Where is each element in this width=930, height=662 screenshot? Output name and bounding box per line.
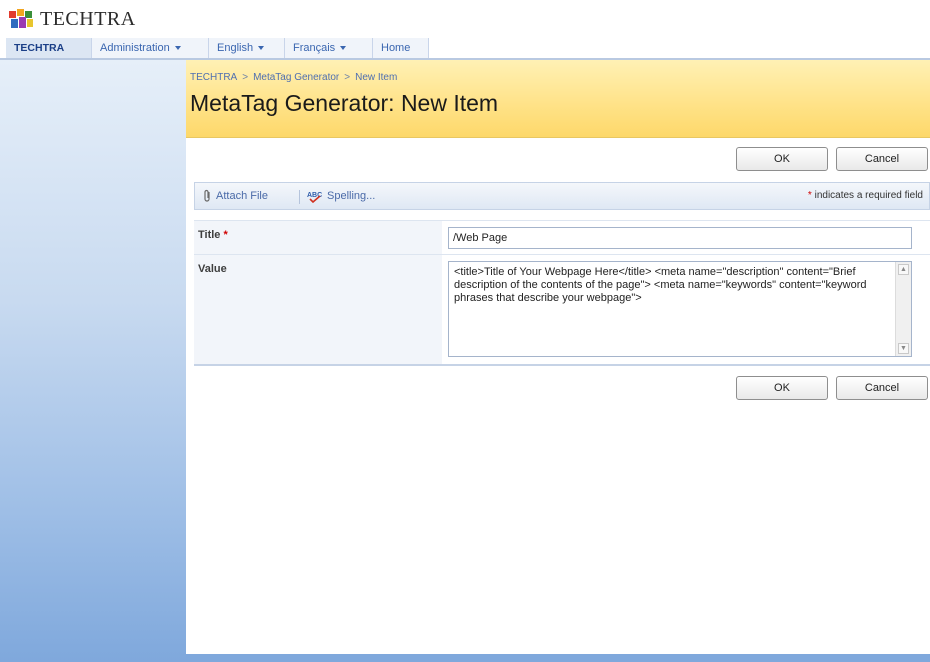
tab-label: Administration <box>100 42 170 54</box>
page-title: MetaTag Generator: New Item <box>190 90 499 116</box>
breadcrumb-item-new-item: New Item <box>355 72 398 83</box>
paperclip-icon <box>204 189 210 202</box>
spell-check-icon: ABC <box>307 192 322 203</box>
value-label: Value <box>198 263 227 275</box>
techtra-logo-icon <box>9 9 33 28</box>
title-input[interactable] <box>448 227 912 249</box>
attach-file-label: Attach File <box>216 189 268 202</box>
tab-label: Home <box>381 42 411 54</box>
left-sidebar <box>0 60 186 662</box>
value-textarea-frame: <title>Title of Your Webpage Here</title… <box>448 261 912 357</box>
value-textarea[interactable]: <title>Title of Your Webpage Here</title… <box>449 262 895 356</box>
cancel-button-bottom[interactable]: Cancel <box>836 376 928 400</box>
scroll-down-icon[interactable]: ▼ <box>898 343 909 354</box>
title-label: Title * <box>198 229 228 241</box>
value-field-cell: <title>Title of Your Webpage Here</title… <box>442 254 930 364</box>
required-star: * <box>223 229 228 241</box>
breadcrumb-separator: > <box>242 72 249 83</box>
tab-administration[interactable]: Administration <box>92 38 209 58</box>
tab-home[interactable]: Home <box>373 38 429 58</box>
main-content: OK Cancel Attach File ABC Spelling... * … <box>186 138 930 654</box>
scroll-up-icon[interactable]: ▲ <box>898 264 909 275</box>
form-bottom-divider <box>194 364 930 366</box>
tab-techtra[interactable]: TECHTRA <box>6 38 92 58</box>
textarea-scrollbar[interactable]: ▲ ▼ <box>895 262 911 356</box>
title-band: TECHTRA > MetaTag Generator > New Item MetaT… <box>186 60 930 138</box>
required-note-text: indicates a required field <box>814 190 923 201</box>
breadcrumb-item-techtra[interactable]: TECHTRA <box>190 72 237 83</box>
ok-button-bottom[interactable]: OK <box>736 376 828 400</box>
spelling-label: Spelling... <box>327 189 376 202</box>
value-row: Value <title>Title of Your Webpage Here<… <box>194 254 930 364</box>
title-row: Title * <box>194 220 930 254</box>
required-star: * <box>807 190 812 201</box>
spelling-button[interactable]: ABC Spelling... <box>307 189 375 203</box>
ok-button-top[interactable]: OK <box>736 147 828 171</box>
title-field-cell <box>442 220 930 254</box>
title-label-cell: Title * <box>194 220 442 254</box>
breadcrumb-separator: > <box>344 72 351 83</box>
tab-label: English <box>217 42 254 54</box>
chevron-down-icon <box>258 46 265 51</box>
brand-name[interactable]: TECHTRA <box>40 8 136 31</box>
form-toolbar: Attach File ABC Spelling... * indicates … <box>194 182 930 210</box>
chevron-down-icon <box>174 46 181 51</box>
attach-file-button[interactable]: Attach File <box>203 189 268 203</box>
cancel-button-top[interactable]: Cancel <box>836 147 928 171</box>
chevron-down-icon <box>340 46 347 51</box>
breadcrumb: TECHTRA > MetaTag Generator > New Item <box>190 72 397 83</box>
bottom-strip <box>186 654 930 662</box>
required-field-note: * indicates a required field <box>808 190 923 201</box>
value-label-cell: Value <box>194 254 442 364</box>
brand-bar: TECHTRA <box>0 0 930 38</box>
title-label-text: Title <box>198 229 221 241</box>
toolbar-divider <box>299 190 300 204</box>
breadcrumb-item-metatag-generator[interactable]: MetaTag Generator <box>253 72 339 83</box>
tab-label: Français <box>293 42 336 54</box>
tab-label: TECHTRA <box>14 42 65 54</box>
tab-francais[interactable]: Français <box>285 38 373 58</box>
tab-english[interactable]: English <box>209 38 285 58</box>
top-nav: TECHTRA Administration English Français … <box>0 38 930 60</box>
svg-text:ABC: ABC <box>307 192 322 199</box>
